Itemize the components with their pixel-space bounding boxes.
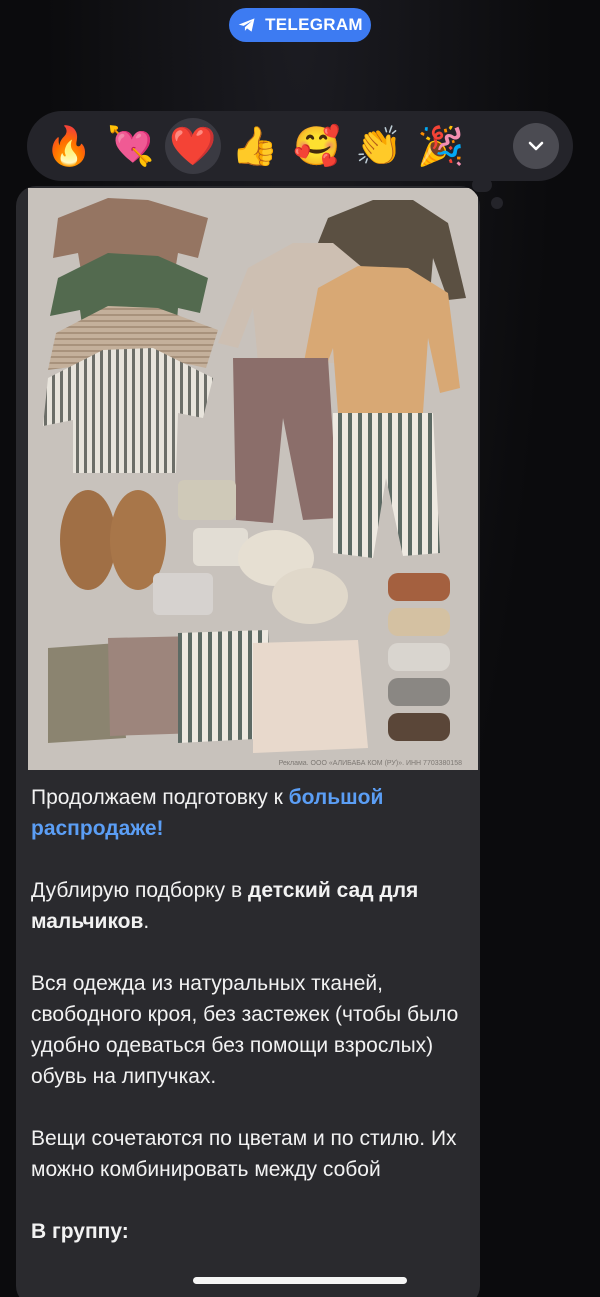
reaction-smiling-hearts[interactable]: 🥰 [289, 118, 345, 174]
telegram-pill-label: TELEGRAM [265, 15, 363, 34]
post-paragraph-3: Вся одежда из натуральных тканей, свобод… [31, 972, 459, 1088]
reactions-bar: 🔥 💘 ❤️ 👍 🥰 👏 🎉 [27, 111, 573, 181]
telegram-app-pill[interactable]: TELEGRAM [229, 8, 371, 42]
reaction-red-heart[interactable]: ❤️ [165, 118, 221, 174]
telegram-plane-icon [238, 18, 255, 32]
kids-clothes-collage [28, 188, 478, 770]
channel-post[interactable]: Реклама. ООО «АЛИБАБА КОМ (РУ)». ИНН 770… [16, 186, 480, 1297]
post-paragraph-1: Продолжаем подготовку к большой распрода… [31, 786, 384, 840]
reaction-clapping[interactable]: 👏 [351, 118, 407, 174]
post-paragraph-4: Вещи сочетаются по цветам и по стилю. Их… [31, 1127, 457, 1181]
reaction-bar-tail-dot [491, 197, 503, 209]
post-paragraph-2: Дублирую подборку в детский сад для маль… [31, 879, 419, 933]
chevron-down-icon [528, 141, 544, 151]
more-reactions-button[interactable] [513, 123, 559, 169]
post-paragraph-5: В группу: [31, 1220, 129, 1243]
telegram-channel-screen: TELEGRAM 🔥 💘 ❤️ 👍 🥰 👏 🎉 Реклама. ООО «АЛ… [0, 0, 600, 1297]
photo-ad-caption: Реклама. ООО «АЛИБАБА КОМ (РУ)». ИНН 770… [278, 760, 462, 767]
reaction-heart-arrow[interactable]: 💘 [103, 118, 159, 174]
reaction-fire[interactable]: 🔥 [41, 118, 97, 174]
reaction-party-popper[interactable]: 🎉 [413, 118, 469, 174]
post-photo[interactable]: Реклама. ООО «АЛИБАБА КОМ (РУ)». ИНН 770… [28, 188, 478, 770]
reaction-thumbs-up[interactable]: 👍 [227, 118, 283, 174]
post-text: Продолжаем подготовку к большой распрода… [31, 782, 471, 1278]
home-indicator[interactable] [193, 1277, 407, 1284]
